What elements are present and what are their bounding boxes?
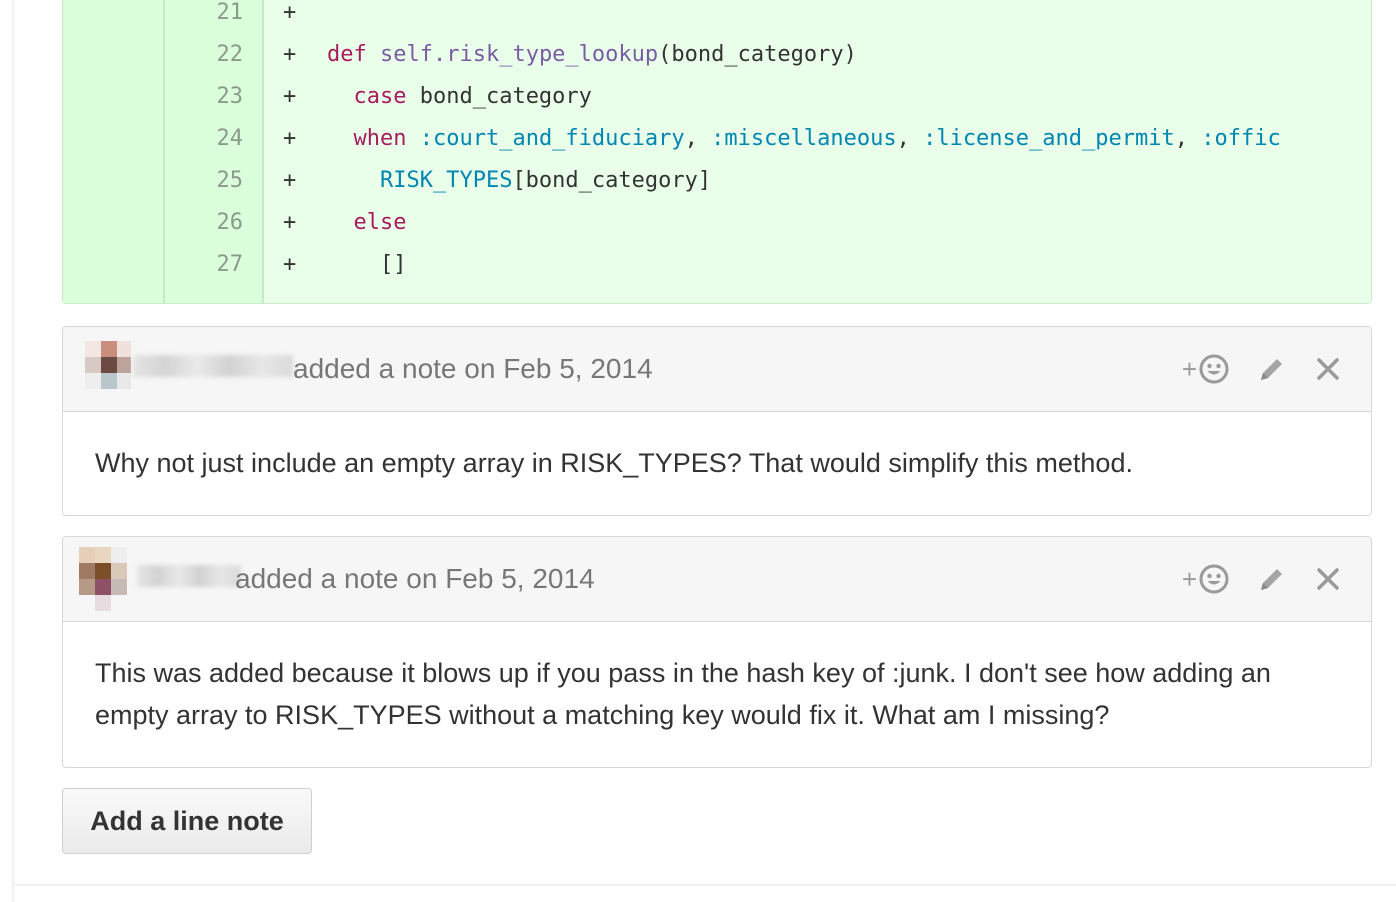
code-plain: ,	[1174, 126, 1202, 151]
code-function: self.risk_type_lookup	[380, 42, 659, 67]
line-number[interactable]: 27	[165, 244, 244, 286]
note-body: This was added because it blows up if yo…	[95, 658, 1271, 730]
code-plain: ,	[896, 126, 924, 151]
diff-marker: +	[283, 0, 297, 25]
code-symbol: :license_and_permit	[923, 126, 1175, 151]
avatar[interactable]	[85, 341, 131, 397]
page-bottom-rule	[14, 884, 1396, 886]
code-text: []	[327, 244, 407, 286]
diff-marker: +	[283, 210, 297, 235]
code-symbol: :offic	[1201, 126, 1281, 151]
note-actions: +	[1182, 351, 1341, 387]
line-number[interactable]: 26	[165, 202, 244, 244]
add-reaction-button[interactable]: +	[1182, 354, 1229, 385]
code-text: def self.risk_type_lookup(bond_category)	[327, 34, 857, 76]
code-keyword: else	[353, 210, 407, 235]
pencil-icon[interactable]	[1257, 564, 1287, 594]
diff-marker: +	[283, 84, 297, 109]
note-body: Why not just include an empty array in R…	[95, 448, 1133, 478]
diff-block: 21 + 22 + def self.risk_type_lookup(bond…	[62, 0, 1372, 304]
code-plain: [bond_category]	[512, 168, 712, 193]
smiley-icon	[1199, 354, 1229, 384]
diff-marker: +	[283, 126, 297, 151]
line-number[interactable]: 21	[165, 0, 244, 34]
diff-line: 24 + when :court_and_fiduciary, :miscell…	[63, 118, 1371, 160]
code-text: when :court_and_fiduciary, :miscellaneou…	[327, 118, 1281, 160]
code-keyword: def	[327, 42, 367, 67]
diff-marker: +	[283, 42, 297, 67]
code-plain: bond_category	[406, 84, 592, 109]
add-line-note-button[interactable]: Add a line note	[62, 788, 312, 854]
diff-line: 22 + def self.risk_type_lookup(bond_cate…	[63, 34, 1371, 76]
line-number[interactable]: 23	[165, 76, 244, 118]
smiley-icon	[1199, 564, 1229, 594]
author-name[interactable]	[133, 355, 293, 377]
code-text: else	[327, 202, 407, 244]
diff-line: 25 + RISK_TYPES[bond_category]	[63, 160, 1371, 202]
code-constant: RISK_TYPES	[379, 168, 513, 193]
line-number[interactable]: 24	[165, 118, 244, 160]
close-icon[interactable]	[1315, 356, 1341, 382]
code-text: case bond_category	[327, 76, 592, 118]
diff-line: 21 +	[63, 0, 1371, 34]
code-text: RISK_TYPES[bond_category]	[327, 160, 711, 202]
diff-line: 23 + case bond_category	[63, 76, 1371, 118]
note-meta: added a note on Feb 5, 2014	[235, 563, 595, 594]
code-keyword: case	[353, 84, 407, 109]
line-number[interactable]: 25	[165, 160, 244, 202]
code-plain: (bond_category)	[658, 42, 857, 67]
line-number[interactable]: 22	[165, 34, 244, 76]
diff-line: 27 + []	[63, 244, 1371, 286]
diff-marker: +	[283, 252, 297, 277]
code-keyword: when	[353, 126, 407, 151]
note-header: added a note on Feb 5, 2014 +	[63, 537, 1371, 622]
reaction-plus: +	[1181, 353, 1197, 384]
code-plain: []	[379, 252, 407, 277]
code-symbol: :miscellaneous	[711, 126, 897, 151]
code-plain: ,	[684, 126, 712, 151]
note-actions: +	[1182, 561, 1341, 597]
diff-line: 26 + else	[63, 202, 1371, 244]
close-icon[interactable]	[1315, 566, 1341, 592]
pencil-icon[interactable]	[1257, 354, 1287, 384]
add-reaction-button[interactable]: +	[1182, 564, 1229, 595]
code-symbol: :court_and_fiduciary	[419, 126, 685, 151]
line-note: added a note on Feb 5, 2014 + Why not ju…	[62, 326, 1372, 516]
reaction-plus: +	[1181, 563, 1197, 594]
diff-marker: +	[283, 168, 297, 193]
author-name[interactable]	[137, 565, 241, 587]
line-note: added a note on Feb 5, 2014 + This was a…	[62, 536, 1372, 768]
note-header: added a note on Feb 5, 2014 +	[63, 327, 1371, 412]
note-meta: added a note on Feb 5, 2014	[293, 353, 653, 384]
avatar[interactable]	[79, 547, 127, 613]
page-left-rule	[12, 0, 14, 902]
